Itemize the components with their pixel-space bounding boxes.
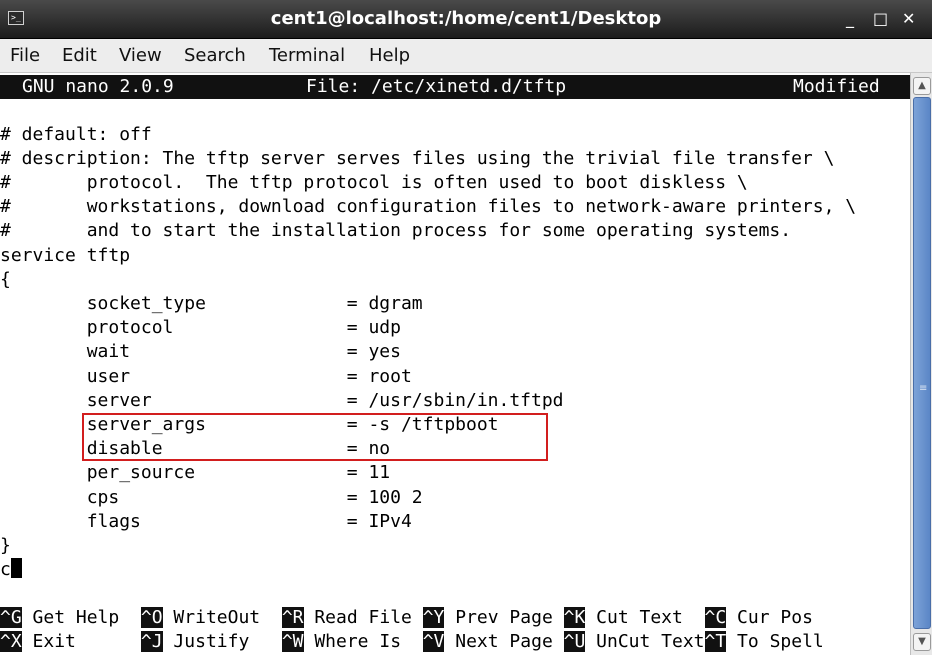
code-line: service tftp bbox=[0, 245, 131, 266]
code-line: } bbox=[0, 535, 11, 556]
code-line: server = /usr/sbin/in.tftpd bbox=[0, 390, 564, 411]
shortcut-row-1: ^G Get Help ^O WriteOut ^R Read File ^Y … bbox=[0, 606, 813, 630]
code-line: protocol = udp bbox=[0, 317, 401, 338]
shortcut-key[interactable]: ^K bbox=[563, 607, 586, 628]
shortcut-label: Justify bbox=[162, 631, 282, 652]
shortcut-label: Exit bbox=[21, 631, 141, 652]
nano-header: GNU nano 2.0.9 File: /etc/xinetd.d/tftp … bbox=[0, 75, 910, 99]
menu-edit[interactable]: Edit bbox=[62, 45, 97, 66]
shortcut-key[interactable]: ^J bbox=[140, 631, 163, 652]
nano-version: GNU nano 2.0.9 bbox=[22, 76, 174, 97]
shortcut-key[interactable]: ^U bbox=[563, 631, 586, 652]
shortcut-key[interactable]: ^G bbox=[0, 607, 22, 628]
shortcut-label: Prev Page bbox=[444, 607, 564, 628]
grip-icon: ≡ bbox=[919, 383, 928, 394]
text-cursor bbox=[10, 558, 22, 578]
nano-filename: File: /etc/xinetd.d/tftp bbox=[306, 76, 567, 97]
shortcut-label: To Spell bbox=[726, 631, 824, 652]
scrollbar-thumb[interactable]: ≡ bbox=[913, 97, 931, 629]
shortcut-key[interactable]: ^O bbox=[140, 607, 163, 628]
maximize-button[interactable]: □ bbox=[873, 9, 888, 28]
nano-status: Modified bbox=[793, 76, 880, 97]
code-line: # and to start the installation process … bbox=[0, 220, 792, 241]
menubar: File Edit View Search Terminal Help bbox=[0, 39, 932, 73]
code-line: wait = yes bbox=[0, 341, 401, 362]
code-line: # default: off bbox=[0, 124, 152, 145]
code-line: cps = 100 2 bbox=[0, 487, 423, 508]
window-title: cent1@localhost:/home/cent1/Desktop bbox=[270, 8, 662, 29]
close-button[interactable]: ✕ bbox=[902, 9, 915, 28]
code-line: # description: The tftp server serves fi… bbox=[0, 148, 835, 169]
shortcut-key[interactable]: ^X bbox=[0, 631, 22, 652]
shortcut-key[interactable]: ^W bbox=[281, 631, 304, 652]
minimize-button[interactable]: _ bbox=[846, 9, 854, 28]
code-line: socket_type = dgram bbox=[0, 293, 423, 314]
shortcut-label: WriteOut bbox=[162, 607, 282, 628]
code-line: server_args = -s /tftpboot bbox=[0, 414, 499, 435]
menu-view[interactable]: View bbox=[119, 45, 162, 66]
shortcut-label: Next Page bbox=[444, 631, 564, 652]
window-titlebar: >_ cent1@localhost:/home/cent1/Desktop _… bbox=[0, 0, 932, 39]
shortcut-row-2: ^X Exit ^J Justify ^W Where Is ^V Next P… bbox=[0, 630, 824, 654]
code-line: flags = IPv4 bbox=[0, 511, 412, 532]
shortcut-key[interactable]: ^T bbox=[704, 631, 727, 652]
code-line: # protocol. The tftp protocol is often u… bbox=[0, 172, 748, 193]
code-line: disable = no bbox=[0, 438, 391, 459]
menu-file[interactable]: File bbox=[10, 45, 40, 66]
code-line: user = root bbox=[0, 366, 412, 387]
menu-help[interactable]: Help bbox=[369, 45, 410, 66]
shortcut-key[interactable]: ^Y bbox=[422, 607, 445, 628]
scroll-down-button[interactable]: ▼ bbox=[913, 633, 931, 651]
menu-terminal[interactable]: Terminal bbox=[269, 45, 345, 66]
shortcut-label: Cur Pos bbox=[726, 607, 813, 628]
cursor-line-text: c bbox=[0, 559, 11, 580]
scroll-up-button[interactable]: ▲ bbox=[913, 77, 931, 95]
cursor-line: c bbox=[0, 558, 22, 582]
menu-search[interactable]: Search bbox=[184, 45, 246, 66]
code-line: per_source = 11 bbox=[0, 462, 391, 483]
shortcut-key[interactable]: ^C bbox=[704, 607, 727, 628]
shortcut-label: Get Help bbox=[21, 607, 141, 628]
shortcut-key[interactable]: ^R bbox=[281, 607, 304, 628]
code-line: { bbox=[0, 269, 11, 290]
shortcut-label: Cut Text bbox=[585, 607, 705, 628]
code-line: # workstations, download configuration f… bbox=[0, 196, 857, 217]
shortcut-label: UnCut Text bbox=[585, 631, 705, 652]
terminal-area[interactable]: GNU nano 2.0.9 File: /etc/xinetd.d/tftp … bbox=[0, 73, 910, 655]
shortcut-label: Where Is bbox=[303, 631, 423, 652]
shortcut-key[interactable]: ^V bbox=[422, 631, 445, 652]
vertical-scrollbar[interactable]: ▲ ≡ ▼ bbox=[910, 73, 932, 655]
shortcut-label: Read File bbox=[303, 607, 423, 628]
